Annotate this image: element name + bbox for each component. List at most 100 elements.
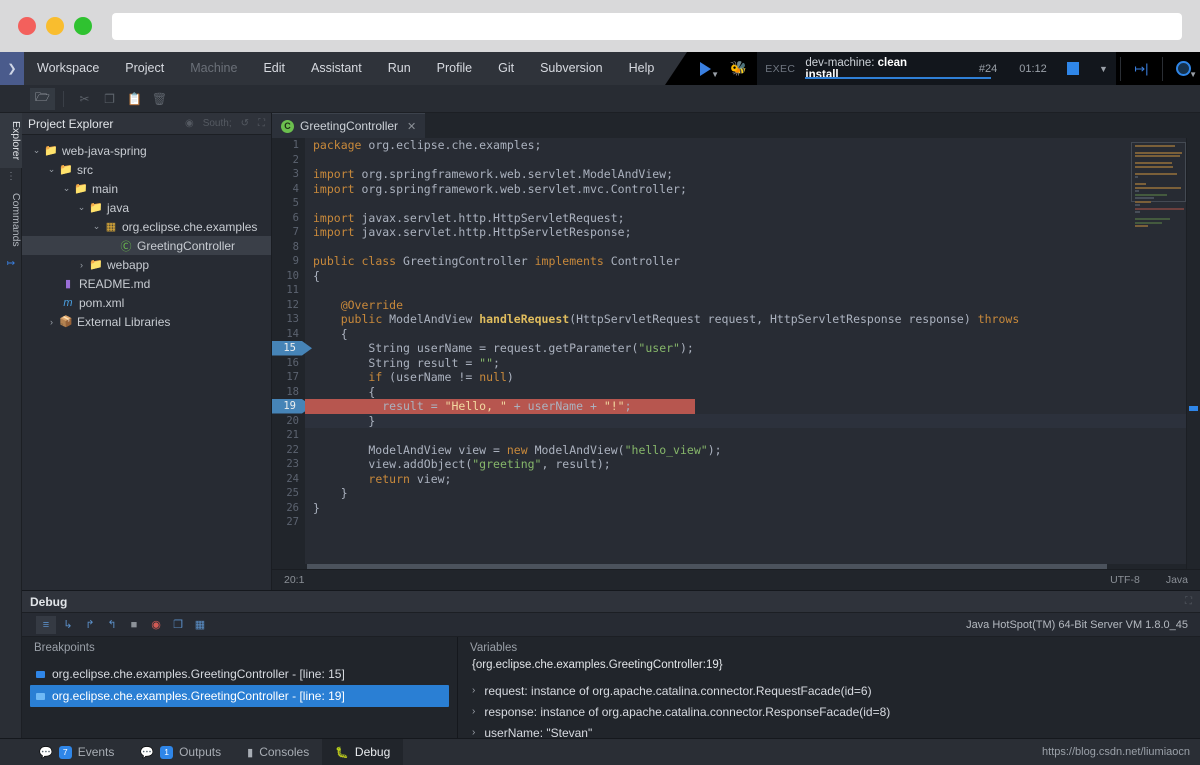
copy-button[interactable]: ❐ [97,88,122,110]
tree-node-main[interactable]: ⌄ 📁 main [22,179,271,198]
menu-project[interactable]: Project [112,52,177,85]
menu-help[interactable]: Help [616,52,668,85]
line-number[interactable]: 16 [272,356,305,371]
file-encoding[interactable]: UTF-8 [1110,574,1140,586]
code-line[interactable]: String userName = request.getParameter("… [305,341,1186,356]
address-bar[interactable] [112,13,1182,40]
maximize-window-button[interactable] [74,17,92,35]
editor-vertical-scrollbar[interactable] [1186,138,1200,569]
tree-node-webapp[interactable]: › 📁 webapp [22,255,271,274]
menu-subversion[interactable]: Subversion [527,52,616,85]
line-number[interactable]: 7 [272,225,305,240]
delete-button[interactable]: 🗑 [147,88,172,110]
step-out-button[interactable]: ↰ [102,616,122,634]
line-number[interactable]: 4 [272,182,305,197]
tree-node-java[interactable]: ⌄ 📁 java [22,198,271,217]
line-number[interactable]: 5 [272,196,305,211]
code-line[interactable]: view.addObject("greeting", result); [305,457,1186,472]
line-number[interactable]: 6 [272,211,305,226]
code-line[interactable]: import javax.servlet.http.HttpServletReq… [305,211,1186,226]
chevron-right-icon[interactable]: › [45,317,58,327]
step-into-button[interactable]: ↳ [58,616,78,634]
cut-button[interactable]: ✂ [72,88,97,110]
code-line[interactable]: result = "Hello, " + userName + "!"; [305,399,1186,414]
step-over-button[interactable]: ↱ [80,616,100,634]
code-line[interactable] [305,428,1186,443]
code-line[interactable]: String result = ""; [305,356,1186,371]
refresh-icon[interactable]: ↺ [241,118,249,129]
settings-icon[interactable]: ◉ [185,118,194,129]
code-minimap[interactable] [1131,142,1186,202]
code-line[interactable]: public ModelAndView handleRequest(HttpSe… [305,312,1186,327]
code-line[interactable]: if (userName != null) [305,370,1186,385]
change-variable-button[interactable]: ▦ [190,616,210,634]
line-number[interactable]: 2 [272,153,305,168]
code-line[interactable]: } [305,501,1186,516]
line-number-gutter[interactable]: 1234567891011121314151617181920212223242… [272,138,305,569]
list-item[interactable]: › request: instance of org.apache.catali… [472,680,1186,701]
line-number[interactable]: 21 [272,428,305,443]
run-button[interactable]: ▼ [689,52,722,85]
code-line[interactable] [305,283,1186,298]
line-number[interactable]: 26 [272,501,305,516]
tree-node-greetingcontroller[interactable]: Ⓒ GreetingController [22,236,271,255]
chevron-down-icon[interactable]: ▼ [711,70,719,79]
chevron-down-icon[interactable]: ⌄ [45,164,58,175]
line-number[interactable]: 18 [272,385,305,400]
code-line[interactable]: @Override [305,298,1186,313]
code-line[interactable]: import org.springframework.web.servlet.M… [305,167,1186,182]
chevron-down-icon[interactable]: ⌄ [60,183,73,194]
code-line[interactable] [305,240,1186,255]
chevron-down-icon[interactable]: ⌄ [75,202,88,213]
list-item[interactable]: org.eclipse.che.examples.GreetingControl… [30,663,449,685]
code-line[interactable] [305,153,1186,168]
chevron-down-icon[interactable]: ▼ [1099,64,1108,74]
file-language[interactable]: Java [1166,574,1188,586]
scrollbar-thumb[interactable] [1189,406,1198,411]
line-number[interactable]: 3 [272,167,305,182]
line-number[interactable]: 10 [272,269,305,284]
chevron-right-icon[interactable]: › [472,706,475,717]
code-line[interactable]: import javax.servlet.http.HttpServletRes… [305,225,1186,240]
stop-square-icon[interactable] [1067,62,1079,75]
exec-status-widget[interactable]: EXEC dev-machine: clean install #24 01:1… [757,52,1116,85]
tree-node-src[interactable]: ⌄ 📁 src [22,160,271,179]
line-number[interactable]: 9 [272,254,305,269]
line-number[interactable]: 22 [272,443,305,458]
code-line[interactable]: } [305,486,1186,501]
paste-button[interactable]: 📋 [122,88,147,110]
code-line[interactable]: { [305,269,1186,284]
line-number[interactable]: 23 [272,457,305,472]
preferences-button[interactable]: ▼ [1167,52,1200,85]
link-icon[interactable]: ⛶ [258,118,265,129]
close-window-button[interactable] [18,17,36,35]
new-file-button[interactable]: 🗁 [30,88,55,110]
tab-outputs[interactable]: 💬 1 Outputs [127,739,234,765]
line-number[interactable]: 11 [272,283,305,298]
tab-debug[interactable]: 🐛 Debug [322,739,403,765]
minimize-window-button[interactable] [46,17,64,35]
menu-assistant[interactable]: Assistant [298,52,375,85]
tree-node-web-java-spring[interactable]: ⌄ 📁 web-java-spring [22,141,271,160]
collapse-icon[interactable]: South; [203,118,232,129]
code-line[interactable]: package org.eclipse.che.examples; [305,138,1186,153]
line-number[interactable]: 27 [272,515,305,530]
line-number[interactable]: 20 [272,414,305,429]
tab-events[interactable]: 💬 7 Events [26,739,127,765]
chevron-down-icon[interactable]: ⌄ [30,145,43,156]
chevron-down-icon[interactable]: ⌄ [90,221,103,232]
code-line[interactable] [305,196,1186,211]
maximize-icon[interactable]: ⛶ [1185,596,1192,607]
tree-node-pom[interactable]: m pom.xml [22,293,271,312]
code-text[interactable]: package org.eclipse.che.examples; import… [305,138,1186,569]
code-line[interactable]: } [305,414,1186,429]
tree-node-package[interactable]: ⌄ ▦ org.eclipse.che.examples [22,217,271,236]
code-line[interactable] [305,515,1186,530]
code-line[interactable]: ModelAndView view = new ModelAndView("he… [305,443,1186,458]
chevron-right-icon[interactable]: › [472,727,475,738]
line-number[interactable]: 25 [272,486,305,501]
sidebar-item-commands[interactable]: Commands [0,185,22,255]
line-number[interactable]: 1 [272,138,305,153]
chevron-down-icon[interactable]: ▼ [1189,70,1197,79]
chevron-right-icon[interactable]: › [75,260,88,270]
